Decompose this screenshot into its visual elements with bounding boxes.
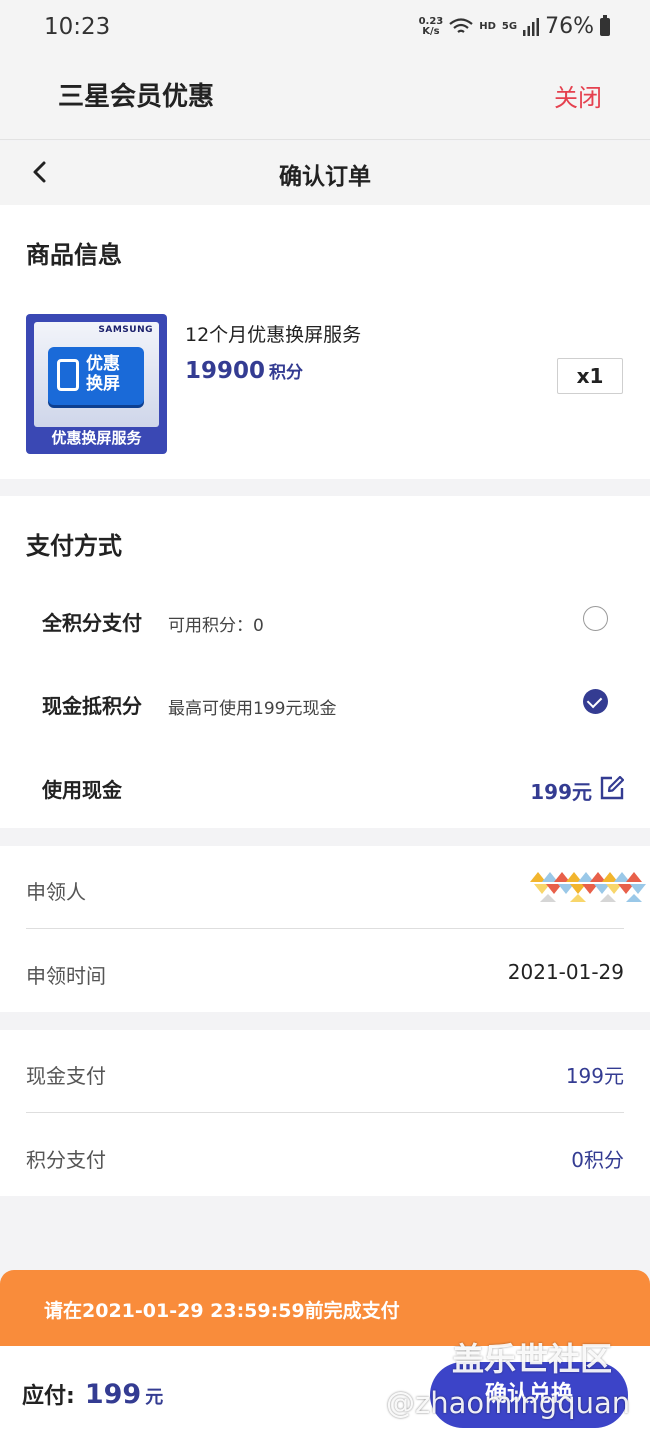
- app-title: 三星会员优惠: [58, 82, 215, 112]
- wifi-icon: [449, 17, 473, 33]
- quantity-box[interactable]: x1: [557, 358, 623, 394]
- deadline-text: 请在2021-01-29 23:59:59前完成支付: [44, 1300, 400, 1322]
- close-button[interactable]: 关闭: [554, 78, 602, 113]
- full-points-radio[interactable]: [583, 606, 608, 631]
- product-section-title: 商品信息: [26, 241, 122, 269]
- nav-bar: 确认订单: [0, 141, 650, 205]
- status-bar: 10:23 0.23 K/s HD 5G 76%: [0, 0, 650, 56]
- page-title: 确认订单: [279, 164, 371, 190]
- applicant-label: 申领人: [26, 880, 86, 904]
- app-bar: 三星会员优惠 关闭: [0, 56, 650, 140]
- battery-icon: [600, 14, 610, 36]
- use-cash-label: 使用现金: [42, 778, 122, 802]
- signal-type: 5G: [501, 21, 518, 32]
- amount-due: 应付: 199 元: [22, 1379, 164, 1410]
- applicant-card: 申领人 申领时间 2021-01-29: [0, 846, 650, 1012]
- thumbnail-label: 优惠换屏服务: [51, 429, 142, 447]
- payment-section-title: 支付方式: [26, 532, 122, 560]
- status-icons: 0.23 K/s HD 5G 76%: [419, 14, 610, 39]
- status-time: 10:23: [44, 14, 111, 40]
- apply-time-label: 申领时间: [26, 964, 106, 988]
- cash-pay-value: 199元: [565, 1064, 624, 1088]
- points-pay-value: 0积分: [571, 1148, 624, 1172]
- signal-icon: [523, 17, 540, 36]
- points-pay-label: 积分支付: [26, 1148, 106, 1172]
- screen-badge-text: 优惠换屏: [86, 354, 120, 394]
- use-cash-value[interactable]: 199元: [530, 776, 592, 805]
- samsung-logo: SAMSUNG: [98, 325, 153, 335]
- product-name: 12个月优惠换屏服务: [185, 324, 362, 346]
- net-speed: 0.23 K/s: [418, 15, 444, 37]
- applicant-name-redacted: [530, 872, 646, 902]
- screen-badge: 优惠换屏: [48, 347, 144, 405]
- product-price: 19900 积分: [185, 358, 304, 384]
- edit-icon[interactable]: [600, 776, 624, 800]
- battery-percent: 76%: [545, 14, 594, 39]
- divider: [26, 1112, 624, 1113]
- product-card: 商品信息 SAMSUNG 优惠换屏 优惠换屏服务 12个月优惠换屏服务 1990…: [0, 205, 650, 479]
- cash-points-radio[interactable]: [583, 689, 608, 714]
- apply-time-value: 2021-01-29: [507, 960, 624, 984]
- full-points-label: 全积分支付: [42, 611, 142, 635]
- cash-points-label: 现金抵积分: [42, 694, 142, 718]
- summary-card: 现金支付 199元 积分支付 0积分: [0, 1030, 650, 1196]
- full-points-sub: 可用积分：0: [168, 616, 264, 636]
- phone-icon: [57, 359, 79, 391]
- watermark-community: 盖乐世社区: [452, 1340, 613, 1378]
- divider: [26, 928, 624, 929]
- cash-pay-label: 现金支付: [26, 1064, 106, 1088]
- payment-card: 支付方式 全积分支付 可用积分：0 现金抵积分 最高可使用199元现金 使用现金…: [0, 496, 650, 828]
- cash-points-sub: 最高可使用199元现金: [168, 699, 337, 719]
- hd-badge: HD: [479, 21, 496, 32]
- watermark-user: @zhaomingquan: [386, 1386, 631, 1420]
- product-thumbnail[interactable]: SAMSUNG 优惠换屏 优惠换屏服务: [26, 314, 167, 454]
